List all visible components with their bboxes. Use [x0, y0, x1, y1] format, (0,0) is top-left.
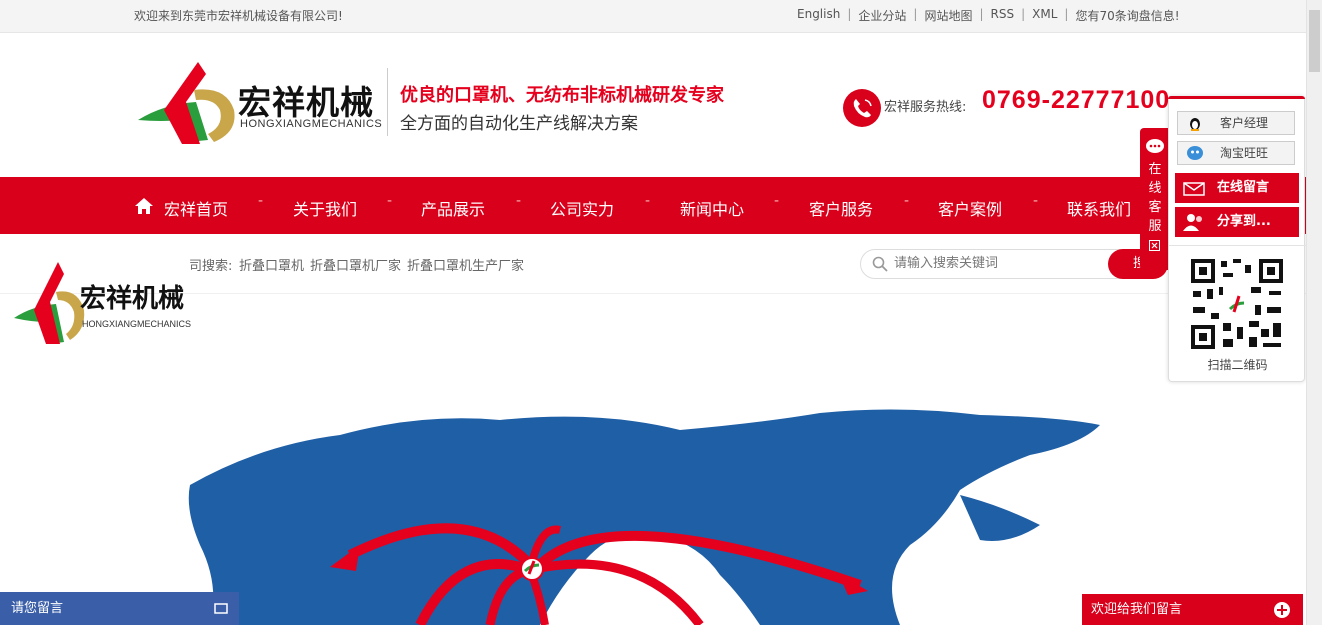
home-icon	[135, 198, 153, 214]
nav-separator: -	[645, 193, 651, 209]
hot-keyword[interactable]: 折叠口罩机厂家	[310, 255, 401, 274]
top-link-inquiries[interactable]: 您有70条询盘信息!	[1075, 7, 1179, 24]
hot-search-label: 司搜索:	[189, 259, 233, 274]
wangwang-icon	[1187, 146, 1203, 160]
hero-banner	[0, 295, 1306, 625]
site-header: 宏祥机械 HONGXIANGMECHANICS 优良的口罩机、无纺布非标机械研发…	[0, 34, 1306, 177]
main-nav: 宏祥首页 - 关于我们 - 产品展示 - 公司实力 - 新闻中心 - 客户服务 …	[0, 177, 1306, 234]
nav-separator: -	[774, 193, 780, 209]
nav-separator: -	[1033, 193, 1039, 209]
top-bar: 欢迎来到东莞市宏祥机械设备有限公司! English | 企业分站 | 网站地图 | …	[0, 0, 1306, 33]
vertical-scrollbar[interactable]	[1306, 0, 1322, 625]
hot-keyword[interactable]: 折叠口罩机	[239, 255, 304, 274]
close-icon[interactable]	[1149, 240, 1160, 251]
nav-item-contact[interactable]: 联系我们	[1067, 196, 1131, 220]
top-link-separator: |	[1021, 7, 1026, 21]
hotline-label: 宏祥服务热线:	[884, 100, 967, 115]
top-link-rss[interactable]: RSS	[991, 7, 1015, 24]
top-link-branches[interactable]: 企业分站	[858, 7, 906, 24]
nav-separator: -	[258, 193, 264, 209]
service-tab-label: 在线客服	[1148, 162, 1162, 234]
nav-item-cases[interactable]: 客户案例	[938, 196, 1002, 220]
phone-icon	[843, 89, 881, 127]
qr-label: 扫描二维码	[1207, 358, 1268, 372]
maximize-icon[interactable]	[214, 603, 228, 614]
chat-bubble-icon	[1146, 139, 1164, 153]
wangwang-label: 淘宝旺旺	[1220, 146, 1269, 160]
top-link-xml[interactable]: XML	[1032, 7, 1057, 24]
scrollbar-thumb[interactable]	[1309, 10, 1320, 72]
online-service-tab[interactable]: 在线客服	[1140, 128, 1169, 270]
top-link-sitemap[interactable]: 网站地图	[924, 7, 972, 24]
nav-item-news[interactable]: 新闻中心	[680, 196, 744, 220]
qr-code	[1189, 257, 1285, 351]
online-service-panel: 客户经理 淘宝旺旺 在线留言 分享到... 扫描二维码	[1168, 96, 1306, 382]
nav-item-products[interactable]: 产品展示	[421, 196, 485, 220]
top-link-separator: |	[1064, 7, 1069, 21]
top-link-english[interactable]: English	[797, 7, 840, 24]
qq-penguin-icon	[1190, 118, 1200, 131]
search-icon	[872, 256, 888, 272]
slogan-sub: 全方面的自动化生产线解决方案	[400, 114, 638, 134]
banner-logo-text-cn: 宏祥机械	[80, 284, 185, 314]
header-divider	[387, 68, 388, 136]
users-icon	[1183, 214, 1202, 231]
search-bar: 司搜索: 折叠口罩机 折叠口罩机厂家 折叠口罩机生产厂家 请输入搜索关键词 搜	[0, 234, 1306, 294]
leave-message-widget[interactable]: 请您留言	[0, 592, 239, 625]
welcome-message-widget[interactable]: 欢迎给我们留言	[1082, 594, 1303, 625]
slogan-main: 优良的口罩机、无纺布非标机械研发专家	[400, 85, 724, 106]
hot-keyword[interactable]: 折叠口罩机生产厂家	[407, 255, 524, 274]
search-input[interactable]: 请输入搜索关键词	[860, 249, 1120, 279]
top-link-separator: |	[979, 7, 984, 21]
hotline-number: 0769-22777100	[982, 86, 1171, 114]
nav-item-service[interactable]: 客户服务	[809, 196, 873, 220]
banner-logo-text-en: HONGXIANGMECHANICS	[82, 319, 192, 329]
top-link-separator: |	[847, 7, 852, 21]
qq-manager-label: 客户经理	[1220, 116, 1269, 130]
world-map-illustration	[188, 409, 1100, 625]
nav-item-strength[interactable]: 公司实力	[550, 196, 614, 220]
brand-name-en: HONGXIANGMECHANICS	[240, 118, 383, 130]
share-label: 分享到...	[1217, 214, 1271, 229]
leave-message-label: 请您留言	[11, 601, 64, 616]
welcome-message-label: 欢迎给我们留言	[1091, 602, 1183, 617]
panel-divider	[1169, 245, 1306, 246]
top-links: English | 企业分站 | 网站地图 | RSS | XML | 您有70条询盘信息…	[797, 7, 1180, 24]
nav-separator: -	[387, 193, 393, 209]
welcome-text: 欢迎来到东莞市宏祥机械设备有限公司!	[134, 9, 343, 23]
nav-separator: -	[516, 193, 522, 209]
brand-name-cn: 宏祥机械	[238, 83, 374, 122]
top-link-separator: |	[913, 7, 918, 21]
envelope-icon	[1183, 182, 1205, 196]
nav-item-about[interactable]: 关于我们	[293, 196, 357, 220]
nav-item-home[interactable]: 宏祥首页	[164, 196, 228, 220]
plus-circle-icon[interactable]	[1273, 601, 1291, 619]
nav-separator: -	[904, 193, 910, 209]
online-message-label: 在线留言	[1217, 180, 1270, 195]
